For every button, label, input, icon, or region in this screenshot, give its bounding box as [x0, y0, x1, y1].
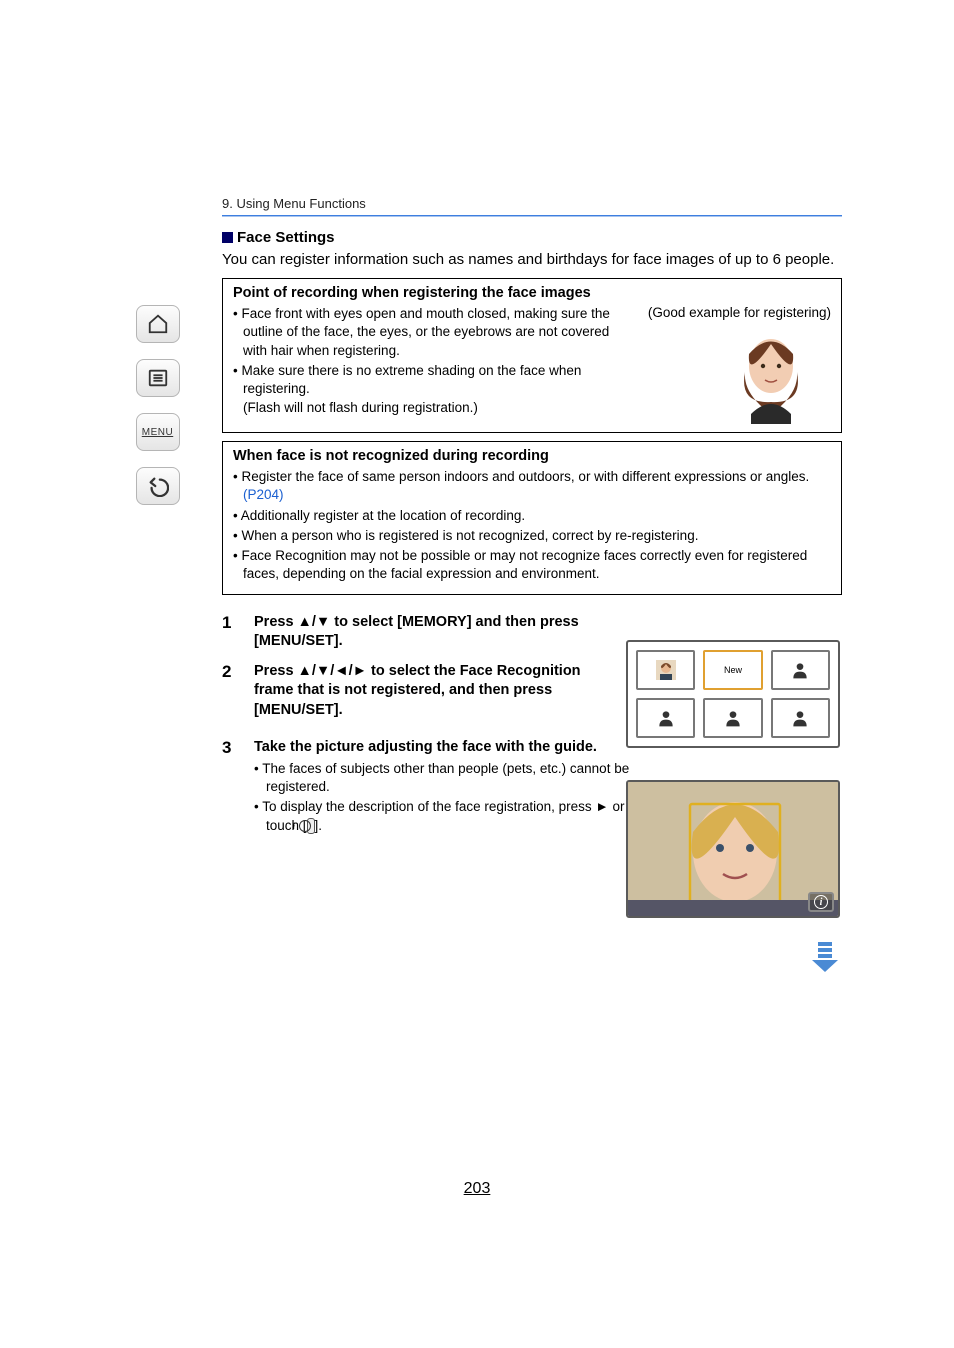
info-icon: i [299, 820, 311, 832]
step-number: 2 [222, 662, 236, 721]
back-arrow-icon [147, 475, 169, 497]
list-icon [147, 367, 169, 389]
nav-home-tab[interactable] [136, 305, 180, 343]
nav-toc-tab[interactable] [136, 359, 180, 397]
square-bullet-icon [222, 232, 233, 243]
menu-label: MENU [142, 427, 173, 438]
continue-arrow-icon [808, 942, 842, 972]
step-2-text: Press ▲/▼/◄/► to select the Face Recogni… [254, 662, 624, 721]
chapter-heading: 9. Using Menu Functions [222, 196, 842, 211]
info-icon-button[interactable]: i [307, 818, 315, 834]
face-slot-registered[interactable] [636, 650, 695, 690]
box1-title: Point of recording when registering the … [233, 285, 831, 301]
section-title-text: Face Settings [237, 229, 335, 246]
face-slot-empty[interactable] [771, 698, 830, 738]
nav-back-tab[interactable] [136, 467, 180, 505]
info-touch-button[interactable]: i [808, 892, 834, 912]
face-guide-figure: i [626, 780, 840, 918]
header-rule [222, 215, 842, 217]
face-slots-figure: New [626, 640, 840, 748]
page-ref-link[interactable]: (P204) [243, 487, 284, 502]
step-number: 3 [222, 738, 236, 834]
box1-item: Face front with eyes open and mouth clos… [233, 305, 619, 360]
step-3-text: Take the picture adjusting the face with… [254, 738, 634, 834]
face-slot-empty[interactable] [636, 698, 695, 738]
step-1-text: Press ▲/▼ to select [MEMORY] and then pr… [254, 613, 624, 652]
new-label: New [724, 665, 742, 675]
box2-item: Additionally register at the location of… [233, 507, 831, 525]
tips-box-notrecognized: When face is not recognized during recor… [222, 441, 842, 594]
person-icon [656, 708, 676, 728]
home-icon [147, 313, 169, 335]
page-number: 203 [0, 1180, 954, 1198]
intro-text: You can register information such as nam… [222, 250, 842, 270]
face-slot-new[interactable]: New [703, 650, 762, 690]
person-icon [790, 660, 810, 680]
step-3-sub: To display the description of the face r… [254, 798, 634, 834]
step-3-title: Take the picture adjusting the face with… [254, 739, 597, 755]
person-icon [790, 708, 810, 728]
box1-item: Make sure there is no extreme shading on… [233, 362, 619, 398]
person-icon [723, 708, 743, 728]
info-icon: i [814, 895, 828, 909]
step3b-post: ]. [315, 818, 323, 833]
box2-item: Face Recognition may not be possible or … [233, 547, 831, 583]
example-face-image [721, 324, 821, 424]
step-number: 1 [222, 613, 236, 652]
box2-item-text: Register the face of same person indoors… [241, 469, 809, 484]
section-title: Face Settings [222, 229, 842, 246]
box1-note: (Flash will not flash during registratio… [233, 400, 619, 415]
nav-menu-tab[interactable]: MENU [136, 413, 180, 451]
box2-item: When a person who is registered is not r… [233, 527, 831, 545]
step-3-sub: The faces of subjects other than people … [254, 760, 634, 796]
face-slot-empty[interactable] [771, 650, 830, 690]
face-slot-empty[interactable] [703, 698, 762, 738]
tips-box-recording: Point of recording when registering the … [222, 278, 842, 433]
box2-title: When face is not recognized during recor… [233, 448, 831, 464]
good-example-caption: (Good example for registering) [631, 305, 831, 320]
box2-item: Register the face of same person indoors… [233, 468, 831, 504]
side-nav: MENU [130, 305, 185, 505]
